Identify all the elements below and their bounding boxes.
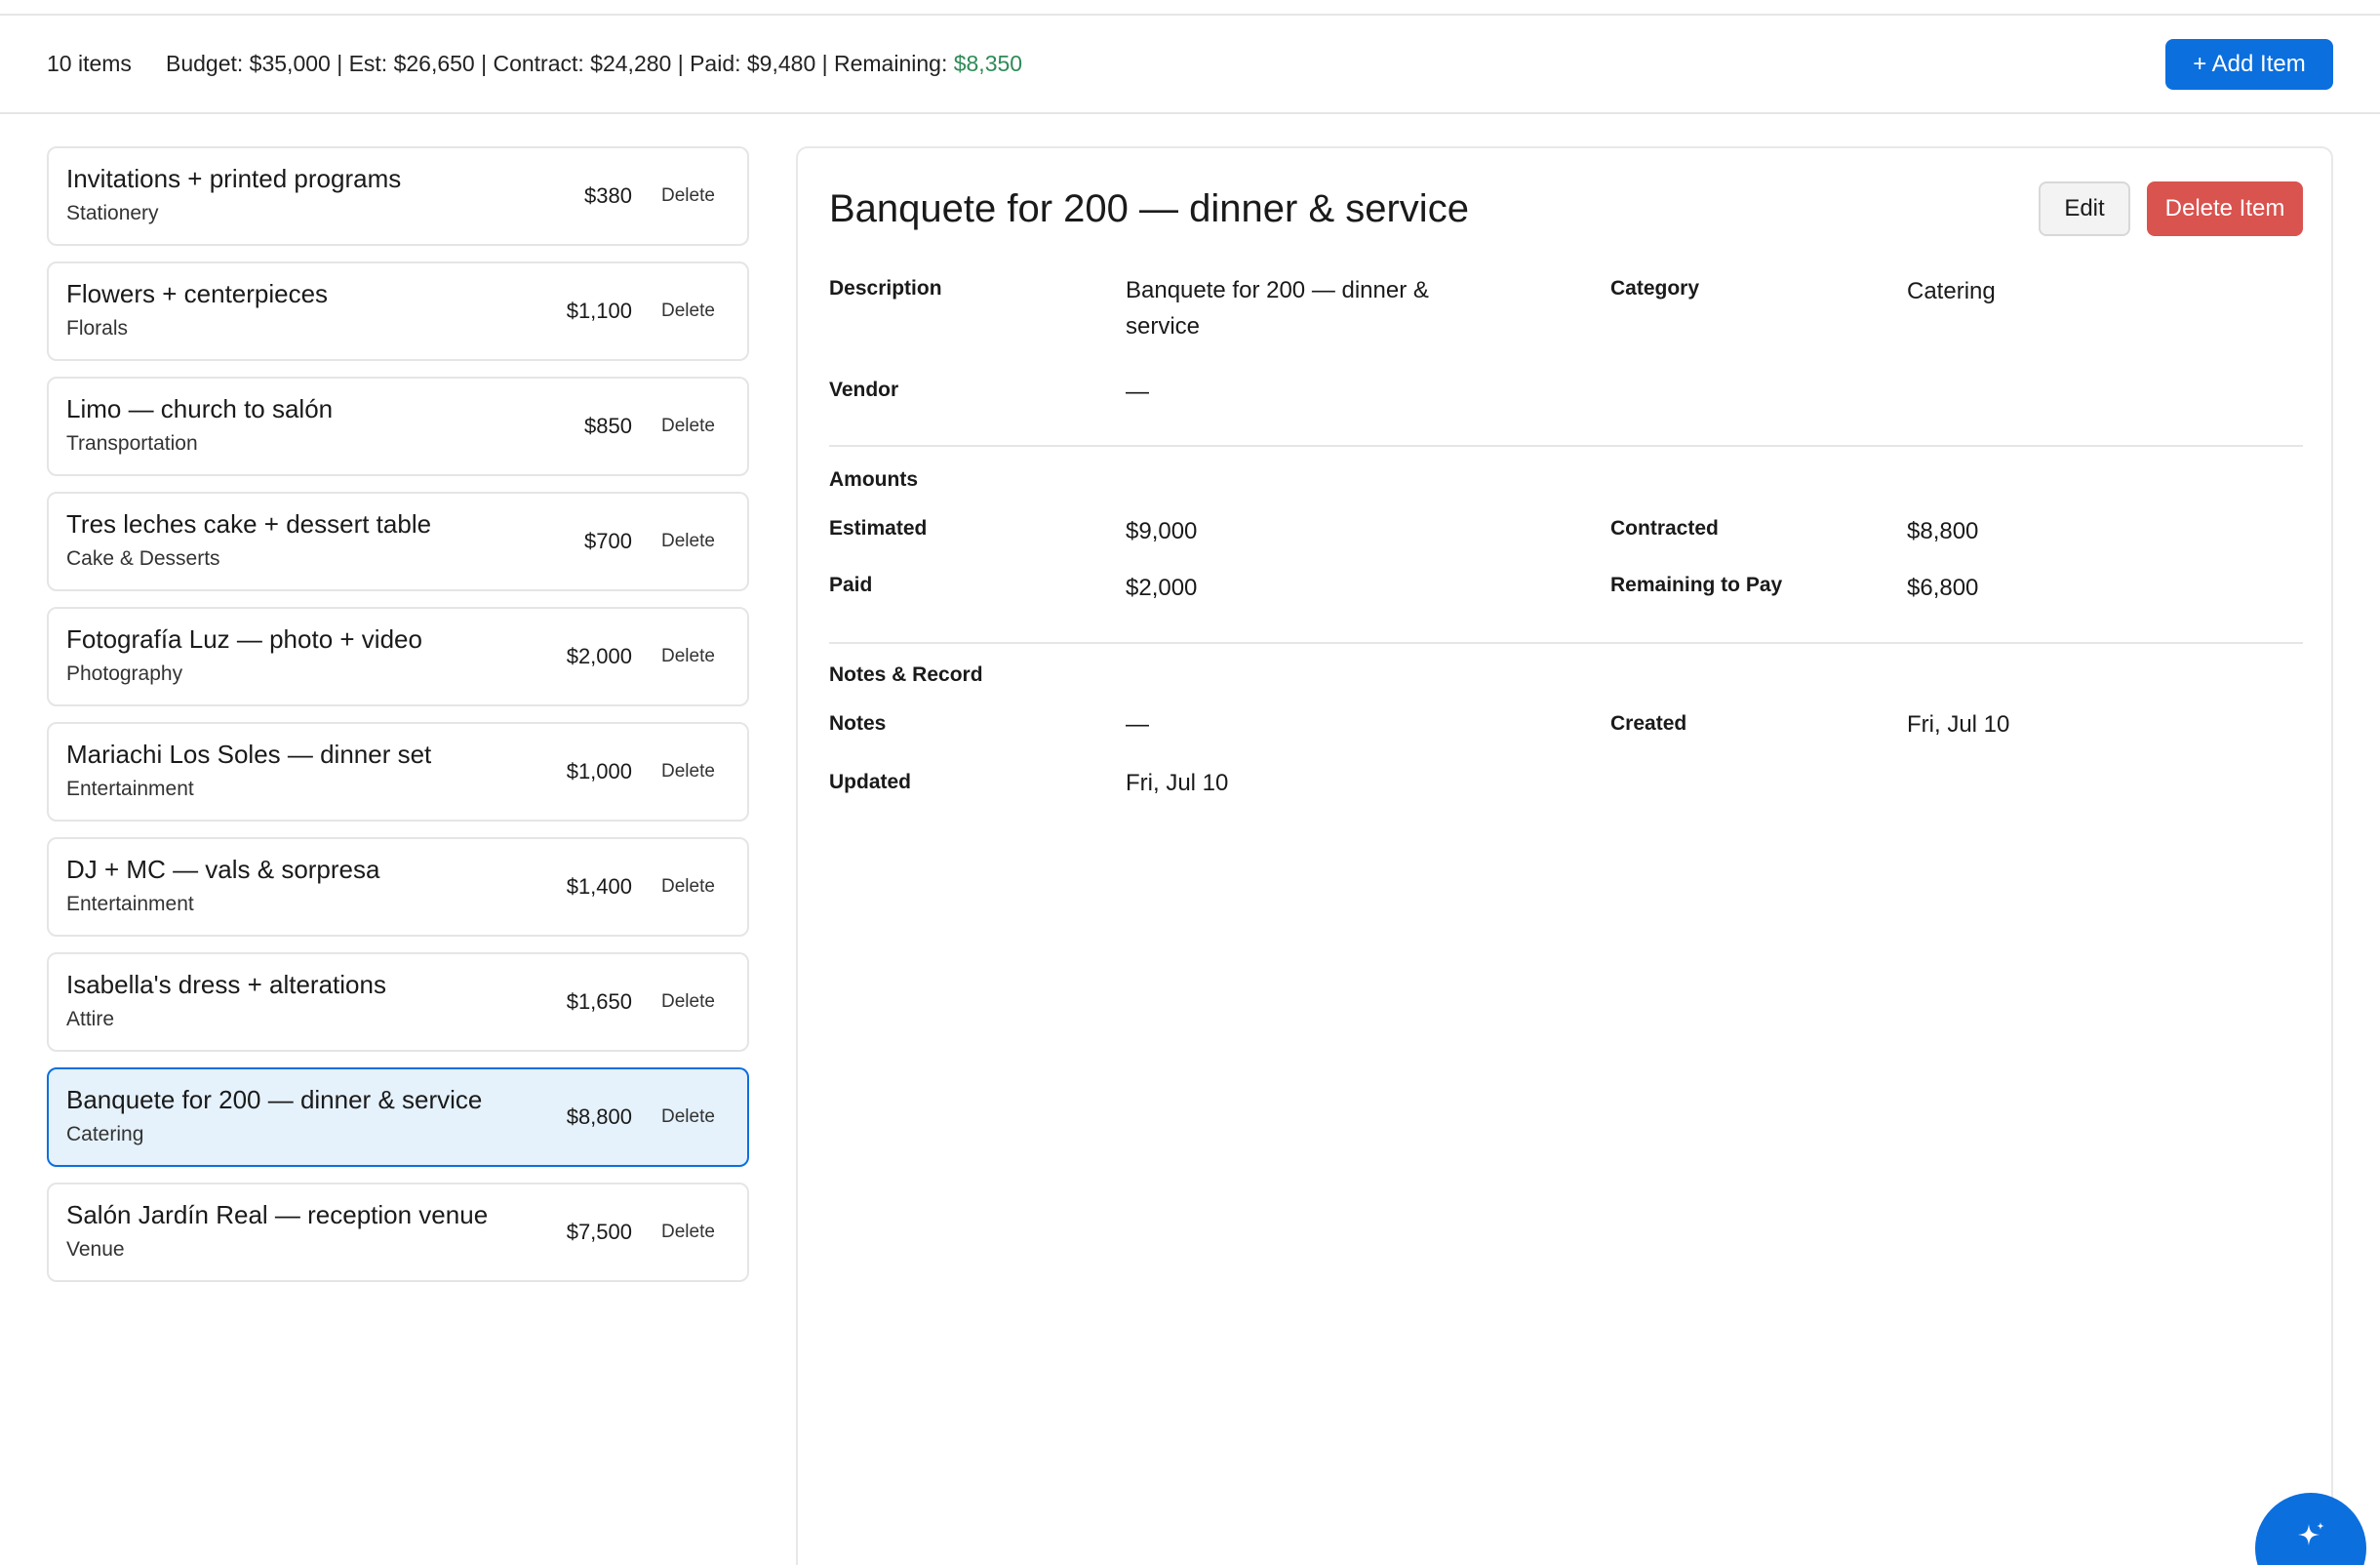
delete-button[interactable]: Delete	[661, 646, 715, 667]
paid-value: $2,000	[1126, 575, 1198, 601]
item-name: Flowers + centerpieces	[66, 279, 329, 308]
item-category: Entertainment	[66, 893, 194, 915]
notes-value: —	[1126, 711, 1149, 738]
delete-button[interactable]: Delete	[661, 531, 715, 552]
item-name: Mariachi Los Soles — dinner set	[66, 740, 432, 769]
item-detail-panel: Banquete for 200 — dinner & service Edit…	[796, 146, 2333, 1565]
vendor-value: —	[1126, 379, 1149, 405]
delete-button[interactable]: Delete	[661, 761, 715, 782]
item-amount: $1,400	[566, 874, 632, 899]
list-item[interactable]: Flowers + centerpieces Florals $1,100 Delet…	[47, 261, 749, 361]
description-label: Description	[829, 277, 942, 300]
created-label: Created	[1610, 712, 1687, 735]
edit-button[interactable]: Edit	[2039, 181, 2130, 236]
contracted-value: $8,800	[1907, 518, 1979, 544]
delete-button[interactable]: Delete	[661, 1106, 715, 1128]
item-name: Salón Jardín Real — reception venue	[66, 1200, 489, 1229]
item-category: Photography	[66, 662, 183, 685]
section-divider	[829, 445, 2303, 447]
delete-button[interactable]: Delete	[661, 876, 715, 898]
delete-button[interactable]: Delete	[661, 991, 715, 1013]
remaining-to-pay-label: Remaining to Pay	[1610, 574, 1783, 596]
item-amount: $1,000	[566, 759, 632, 783]
list-item[interactable]: Tres leches cake + dessert table Cake & D…	[47, 492, 749, 591]
item-category: Attire	[66, 1008, 115, 1030]
description-value: Banquete for 200 — dinner & service	[1126, 277, 1429, 340]
list-item[interactable]: Mariachi Los Soles — dinner set Entertain…	[47, 722, 749, 822]
delete-button[interactable]: Delete	[661, 416, 715, 437]
item-amount: $1,100	[566, 299, 632, 323]
delete-button[interactable]: Delete	[661, 185, 715, 207]
item-amount: $8,800	[566, 1104, 632, 1129]
item-category: Florals	[66, 317, 129, 340]
list-item[interactable]: Invitations + printed programs Stationery…	[47, 146, 749, 246]
paid-label: Paid	[829, 574, 873, 596]
item-category: Catering	[66, 1123, 144, 1145]
item-name: DJ + MC — vals & sorpresa	[66, 855, 380, 884]
list-item[interactable]: Salón Jardín Real — reception venue Venue…	[47, 1183, 749, 1282]
item-name: Banquete for 200 — dinner & service	[66, 1085, 483, 1114]
notes-heading: Notes & Record	[829, 663, 983, 686]
list-item[interactable]: DJ + MC — vals & sorpresa Entertainment $1…	[47, 837, 749, 937]
remaining-to-pay-value: $6,800	[1907, 575, 1979, 601]
item-amount: $1,650	[566, 989, 632, 1014]
item-amount: $380	[584, 183, 632, 208]
delete-button[interactable]: Delete	[661, 1222, 715, 1243]
sparkle-icon	[2298, 1522, 2324, 1545]
contracted-label: Contracted	[1610, 517, 1719, 540]
category-value: Catering	[1907, 278, 1996, 304]
item-name: Fotografía Luz — photo + video	[66, 624, 422, 654]
summary-bar: 10 items Budget: $35,000 | Est: $26,650 …	[0, 16, 2380, 114]
vendor-label: Vendor	[829, 379, 899, 401]
item-amount: $2,000	[566, 644, 632, 668]
item-count: 10 items	[47, 51, 132, 76]
created-value: Fri, Jul 10	[1907, 711, 2010, 738]
list-item[interactable]: Isabella's dress + alterations Attire $1,6…	[47, 952, 749, 1052]
item-name: Limo — church to salón	[66, 394, 334, 423]
updated-value: Fri, Jul 10	[1126, 770, 1229, 796]
category-label: Category	[1610, 277, 1700, 300]
item-category: Cake & Desserts	[66, 547, 220, 570]
estimated-label: Estimated	[829, 517, 928, 540]
updated-label: Updated	[829, 771, 911, 793]
section-divider	[829, 642, 2303, 644]
delete-button[interactable]: Delete	[661, 301, 715, 322]
item-category: Entertainment	[66, 778, 194, 800]
item-amount: $850	[584, 414, 632, 438]
item-category: Venue	[66, 1238, 125, 1261]
remaining-total: $8,350	[953, 51, 1023, 76]
budget-totals: Budget: $35,000 | Est: $26,650 | Contrac…	[166, 51, 1022, 77]
item-amount: $700	[584, 529, 632, 553]
item-category: Transportation	[66, 432, 198, 455]
item-amount: $7,500	[566, 1220, 632, 1244]
amounts-heading: Amounts	[829, 468, 918, 491]
budget-totals-text: Budget: $35,000 | Est: $26,650 | Contrac…	[166, 51, 954, 76]
list-item[interactable]: Fotografía Luz — photo + video Photograph…	[47, 607, 749, 706]
estimated-value: $9,000	[1126, 518, 1198, 544]
delete-item-button[interactable]: Delete Item	[2147, 181, 2303, 236]
list-item[interactable]: Banquete for 200 — dinner & service Cater…	[47, 1067, 749, 1167]
item-name: Invitations + printed programs	[66, 164, 402, 193]
item-category: Stationery	[66, 202, 159, 224]
detail-title: Banquete for 200 — dinner & service	[829, 187, 1469, 230]
item-name: Isabella's dress + alterations	[66, 970, 386, 999]
add-item-button[interactable]: + Add Item	[2165, 39, 2333, 90]
notes-label: Notes	[829, 712, 887, 735]
list-item[interactable]: Limo — church to salón Transportation $850…	[47, 377, 749, 476]
item-name: Tres leches cake + dessert table	[66, 509, 432, 539]
